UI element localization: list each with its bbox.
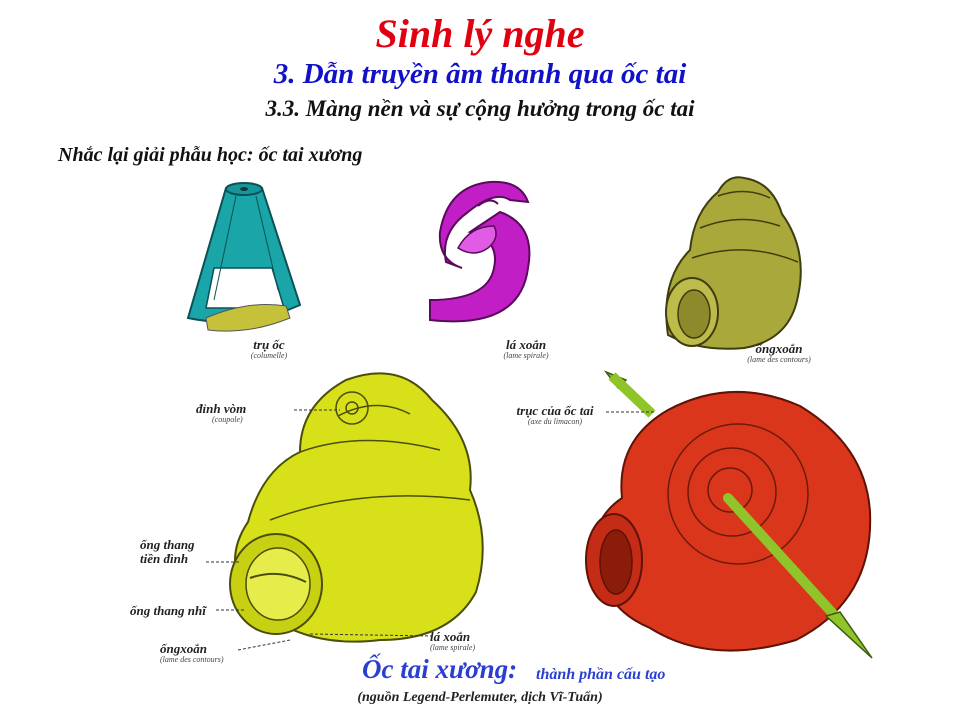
columella-label-text: trụ ốc [253, 337, 285, 352]
columella-label: trụ ốc (columelle) [224, 337, 314, 361]
spiral-canal-latin: (lame des contours) [747, 355, 811, 365]
cross-spiral-lamina-latin: (lame spirale) [430, 643, 476, 653]
spiral-lamina-latin: (lame spirale) [503, 351, 549, 361]
cross-spiral-lamina-label: lá xoắn (lame spirale) [430, 629, 510, 653]
cupola-latin: (coupole) [212, 415, 243, 425]
scala-vestibuli-line1: ống thang [140, 537, 195, 552]
caption-source: (nguồn Legend-Perlemuter, dịch Vĩ-Tuấn) [357, 690, 603, 705]
cross-spiral-lamina-text: lá xoắn [430, 629, 471, 644]
scala-vestibuli-line2: tiền đình [140, 551, 189, 567]
cochlea-axis-figure [585, 370, 873, 659]
spiral-lamina-label-text: lá xoắn [505, 337, 547, 352]
spiral-canal-label-text: ốngxoắn [755, 341, 803, 356]
caption-main: Ốc tai xương: [362, 654, 518, 684]
cross-spiral-canal-latin: (lame des contours) [160, 655, 224, 665]
spiral-lamina-label: lá xoắn (lame spirale) [476, 337, 576, 361]
columella-latin: (columelle) [250, 351, 288, 361]
spiral-lamina-figure [429, 180, 531, 323]
cross-spiral-canal-label: ốngxoắn (lame des contours) [160, 641, 250, 665]
axis-label-text: trục của ốc tai [516, 403, 594, 418]
cross-spiral-canal-text: ốngxoắn [160, 641, 207, 656]
cupola-label-text: đỉnh vòm [196, 401, 247, 416]
columella-figure [186, 182, 302, 332]
scala-tympani-label: ống thang nhĩ [130, 603, 206, 618]
caption-tail: thành phần cấu tạo [536, 666, 666, 683]
axis-label: trục của ốc tai (axe du limacon) [500, 403, 610, 427]
cupola-label: đỉnh vòm (coupole) [196, 401, 296, 425]
spiral-canal-label: ốngxoắn (lame des contours) [724, 341, 834, 365]
scala-vestibuli-label: ống thang tiền đình [140, 537, 220, 567]
axis-latin: (axe du limacon) [527, 417, 583, 427]
spiral-canal-figure [665, 176, 802, 350]
